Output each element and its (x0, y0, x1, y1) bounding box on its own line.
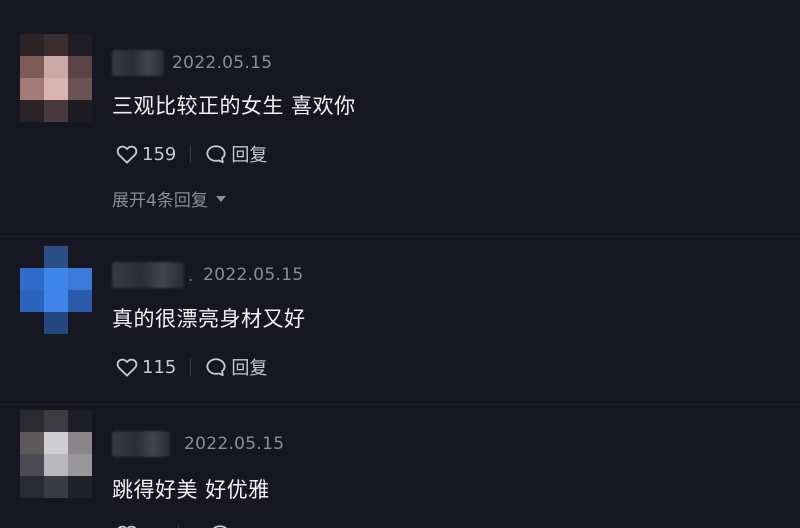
comment-list: 2022.05.15 三观比较正的女生 喜欢你 159 回复 展开4条回复 . … (0, 0, 800, 528)
name-separator: . (188, 265, 194, 285)
author-row: 2022.05.15 (112, 429, 284, 459)
avatar[interactable] (20, 410, 92, 498)
comment-text: 真的很漂亮身材又好 (112, 307, 306, 331)
comment-divider (0, 236, 800, 237)
avatar[interactable] (20, 34, 92, 122)
expand-replies-button[interactable]: 展开4条回复 (112, 186, 226, 211)
comment-text: 跳得好美 好优雅 (112, 478, 270, 502)
comment-date: 2022.05.15 (172, 53, 273, 73)
comment-actions: 115 回复 (116, 353, 267, 381)
comment-divider (0, 404, 800, 405)
like-button[interactable]: 159 (116, 144, 176, 165)
username[interactable] (112, 431, 170, 457)
speech-bubble-icon (209, 524, 231, 528)
username[interactable] (112, 50, 164, 76)
reply-button[interactable] (209, 524, 231, 528)
reply-label: 回复 (231, 145, 268, 166)
reply-button[interactable]: 回复 (205, 354, 267, 380)
action-divider (190, 145, 192, 163)
comment-actions (116, 520, 231, 528)
speech-bubble-icon (205, 357, 227, 377)
like-button[interactable] (116, 524, 138, 528)
heart-outline-icon (116, 524, 138, 528)
comment-item: 2022.05.15 三观比较正的女生 喜欢你 159 回复 展开4条回复 (0, 0, 800, 230)
speech-bubble-icon (205, 144, 227, 164)
action-divider (190, 358, 192, 376)
expand-replies-label: 展开4条回复 (112, 191, 208, 211)
caret-down-icon (215, 195, 226, 202)
reply-button[interactable]: 回复 (205, 141, 267, 167)
comment-actions: 159 回复 (116, 140, 267, 168)
reply-label: 回复 (231, 358, 268, 379)
comment-date: 2022.05.15 (203, 265, 304, 285)
author-row: 2022.05.15 (112, 48, 272, 78)
like-count: 159 (142, 143, 177, 165)
heart-outline-icon (116, 357, 138, 377)
comment-item: 2022.05.15 跳得好美 好优雅 (0, 408, 800, 528)
comment-text: 三观比较正的女生 喜欢你 (112, 94, 356, 118)
comment-item: . 2022.05.15 真的很漂亮身材又好 115 回复 (0, 240, 800, 390)
author-row: . 2022.05.15 (112, 260, 303, 290)
like-button[interactable]: 115 (116, 357, 176, 378)
comment-date: 2022.05.15 (184, 434, 285, 454)
like-count: 115 (142, 356, 177, 378)
avatar[interactable] (20, 246, 92, 334)
username[interactable] (112, 262, 184, 288)
heart-outline-icon (116, 144, 138, 164)
